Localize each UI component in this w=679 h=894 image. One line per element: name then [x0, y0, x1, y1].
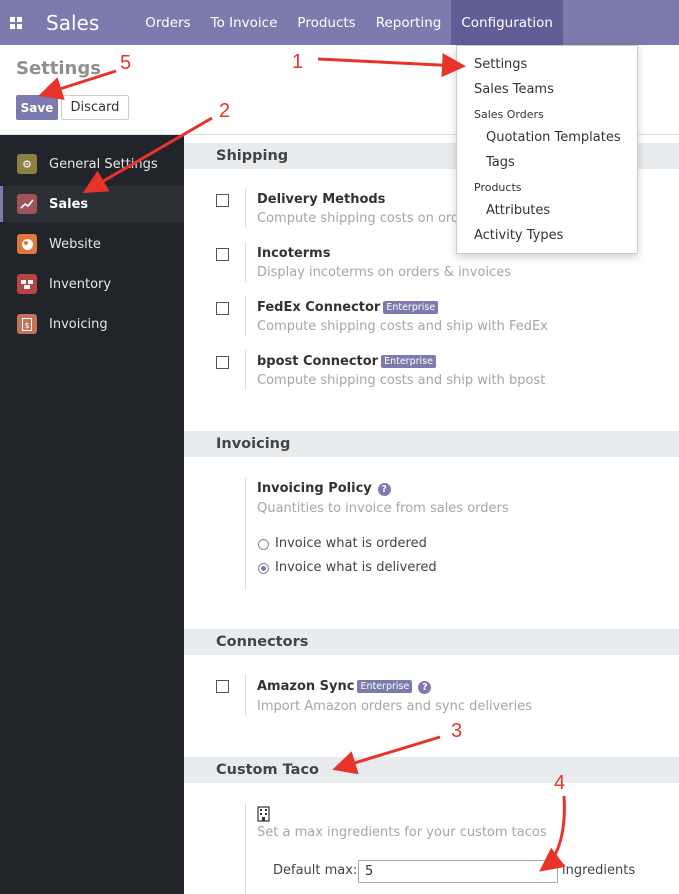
- sidebar-item-invoicing[interactable]: $ Invoicing: [0, 306, 184, 342]
- nav-products[interactable]: Products: [287, 0, 365, 45]
- setting-description: Display incoterms on orders & invoices: [257, 265, 511, 280]
- nav-configuration[interactable]: Configuration: [451, 0, 563, 45]
- setting-description: Import Amazon orders and sync deliveries: [257, 699, 532, 714]
- sidebar-item-general-settings[interactable]: ⚙ General Settings: [0, 146, 184, 182]
- boxes-icon: [17, 274, 37, 294]
- apps-menu-icon[interactable]: [0, 0, 32, 45]
- setting-divider: [245, 188, 246, 228]
- sidebar-item-inventory[interactable]: Inventory: [0, 266, 184, 302]
- help-icon[interactable]: ?: [418, 681, 432, 694]
- sidebar-item-label: Website: [49, 236, 101, 252]
- setting-title-text: Invoicing Policy: [257, 481, 372, 496]
- sidebar-item-website[interactable]: Website: [0, 226, 184, 262]
- annotation-label-5: 5: [120, 52, 132, 74]
- menu-item-sales-teams[interactable]: Sales Teams: [474, 82, 554, 97]
- setting-description: Quantities to invoice from sales orders: [257, 501, 509, 516]
- setting-divider: [245, 350, 246, 390]
- discard-button[interactable]: Discard: [61, 95, 129, 120]
- setting-title-text: bpost Connector: [257, 354, 379, 369]
- menu-item-attributes[interactable]: Attributes: [486, 203, 550, 218]
- radio-label: Invoice what is delivered: [275, 560, 437, 575]
- globe-icon: [17, 234, 37, 254]
- menu-item-settings[interactable]: Settings: [474, 57, 527, 72]
- configuration-dropdown-menu: Settings Sales Teams Sales Orders Quotat…: [456, 45, 638, 254]
- setting-description: Compute shipping costs and ship with Fed…: [257, 319, 548, 334]
- setting-description: Compute shipping costs and ship with bpo…: [257, 373, 546, 388]
- setting-divider: [245, 296, 246, 336]
- menu-header-sales-orders: Sales Orders: [474, 108, 544, 121]
- setting-description: Compute shipping costs on orders: [257, 211, 457, 226]
- app-brand[interactable]: Sales: [46, 11, 99, 35]
- page-title: Settings: [16, 58, 101, 79]
- setting-title-text: FedEx Connector: [257, 300, 381, 315]
- bpost-connector-checkbox[interactable]: [216, 356, 229, 369]
- setting-title: FedEx Connector Enterprise: [257, 300, 439, 315]
- radio-label: Invoice what is ordered: [275, 536, 427, 551]
- sidebar-item-label: Invoicing: [49, 316, 108, 332]
- setting-title-text: Amazon Sync: [257, 679, 355, 694]
- setting-divider: [245, 803, 246, 894]
- section-header-invoicing: Invoicing: [184, 431, 679, 457]
- annotation-label-2: 2: [219, 100, 231, 122]
- help-icon[interactable]: ?: [377, 483, 391, 496]
- menu-header-products: Products: [474, 181, 522, 194]
- chart-icon: [17, 194, 37, 214]
- default-max-label: Default max:: [273, 863, 358, 878]
- gear-icon: ⚙: [17, 154, 37, 174]
- setting-divider: [245, 478, 246, 590]
- annotation-arrow-1: [317, 53, 466, 78]
- setting-description: Set a max ingredients for your custom ta…: [257, 825, 547, 840]
- radio-invoice-ordered[interactable]: [258, 539, 269, 550]
- sidebar-item-label: General Settings: [49, 156, 158, 172]
- setting-title: Incoterms: [257, 246, 331, 261]
- annotation-arrow-4: [539, 795, 566, 872]
- menu-item-tags[interactable]: Tags: [486, 155, 515, 170]
- nav-orders[interactable]: Orders: [135, 0, 200, 45]
- default-max-input[interactable]: [358, 860, 558, 883]
- delivery-methods-checkbox[interactable]: [216, 194, 229, 207]
- sidebar-item-label: Inventory: [49, 276, 112, 292]
- nav-reporting[interactable]: Reporting: [366, 0, 452, 45]
- radio-invoice-delivered[interactable]: [258, 563, 269, 574]
- sidebar-item-label: Sales: [49, 196, 89, 212]
- annotation-label-3: 3: [451, 720, 463, 742]
- annotation-label-1: 1: [292, 51, 304, 73]
- invoicing-policy-title: Invoicing Policy?: [257, 481, 391, 496]
- enterprise-badge: Enterprise: [357, 680, 413, 693]
- fedex-connector-checkbox[interactable]: [216, 302, 229, 315]
- invoice-icon: $: [17, 314, 37, 334]
- annotation-label-4: 4: [554, 772, 566, 794]
- ingredients-suffix: ingredients: [562, 863, 636, 878]
- setting-title: Amazon Sync Enterprise?: [257, 679, 432, 694]
- nav-to-invoice[interactable]: To Invoice: [201, 0, 288, 45]
- enterprise-badge: Enterprise: [381, 355, 436, 368]
- menu-item-activity-types[interactable]: Activity Types: [474, 228, 563, 243]
- top-navbar: Sales Orders To Invoice Products Reporti…: [0, 0, 679, 45]
- amazon-sync-checkbox[interactable]: [216, 680, 229, 693]
- svg-text:$: $: [24, 321, 29, 330]
- setting-divider: [245, 674, 246, 716]
- section-header-connectors: Connectors: [184, 629, 679, 655]
- section-header-custom-taco: Custom Taco: [184, 757, 679, 783]
- incoterms-checkbox[interactable]: [216, 248, 229, 261]
- save-button[interactable]: Save: [16, 95, 58, 120]
- enterprise-badge: Enterprise: [383, 301, 439, 314]
- sidebar-item-sales[interactable]: Sales: [0, 186, 184, 222]
- building-icon: [257, 806, 270, 826]
- setting-title: Delivery Methods: [257, 192, 386, 207]
- settings-sidebar: ⚙ General Settings Sales Website Invento…: [0, 135, 184, 894]
- menu-item-quotation-templates[interactable]: Quotation Templates: [486, 130, 621, 145]
- setting-title: bpost Connector Enterprise: [257, 354, 436, 369]
- setting-divider: [245, 242, 246, 282]
